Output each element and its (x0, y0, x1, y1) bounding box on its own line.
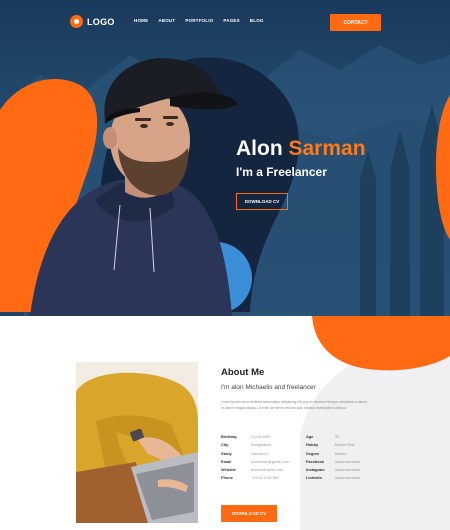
info-row: Birthday 21.08.1992 Age 25 (221, 434, 381, 442)
info-row: City Bangladesh Hobby Basket Ball (221, 442, 381, 450)
logo[interactable]: LOGO (70, 15, 115, 28)
info-label: Phone (221, 475, 233, 481)
info-table: Birthday 21.08.1992 Age 25 City Banglade… (221, 434, 381, 484)
info-value: Basket Ball (335, 442, 355, 448)
about-photo (76, 362, 198, 523)
hero-section: LOGO HOME ABOUT PORTFOLIO PAGES BLOG CON… (0, 0, 450, 316)
info-value: 25 (335, 434, 340, 439)
hero-role: I'm a Freelancer (236, 165, 327, 179)
info-value[interactable]: youremail@gmail.com (251, 459, 290, 464)
about-title: About Me (221, 367, 265, 378)
about-download-cv-button[interactable]: DOWNLOAD CV (221, 505, 277, 522)
info-value[interactable]: alonmichaelis.com (251, 467, 283, 472)
main-nav: HOME ABOUT PORTFOLIO PAGES BLOG (134, 18, 264, 23)
info-value[interactable]: /alonmichaelis (335, 475, 360, 480)
about-background-art (300, 316, 450, 530)
hero-name: Alon Sarman (236, 137, 366, 161)
info-label: Instagram (306, 467, 325, 473)
info-label: Website (221, 467, 236, 473)
hero-first-name: Alon (236, 137, 283, 160)
logo-icon (70, 15, 83, 28)
info-value[interactable]: /alonmichaelis (335, 467, 360, 472)
nav-blog[interactable]: BLOG (250, 18, 264, 23)
about-paragraph: Lorem ipsum dolor sit amet consectetur a… (221, 400, 368, 410)
hero-last-name: Sarman (288, 137, 366, 160)
info-value: Bangladesh (251, 442, 272, 448)
info-label: Facebook (306, 458, 325, 464)
info-label: Age (306, 434, 314, 439)
info-row: Website alonmichaelis.com Instagram /alo… (221, 467, 381, 475)
info-label: City (221, 442, 229, 448)
nav-about[interactable]: ABOUT (158, 18, 175, 23)
info-value: 21.08.1992 (251, 434, 271, 439)
logo-text: LOGO (87, 16, 115, 27)
info-label: Email (221, 458, 232, 464)
info-value: +0120 1234 567 (251, 475, 280, 481)
info-value: Harvard U (251, 450, 269, 456)
info-value[interactable]: /alonmichaelis (335, 459, 360, 464)
info-label: Linkedin (306, 475, 322, 481)
info-label: Hobby (306, 442, 319, 448)
nav-home[interactable]: HOME (134, 18, 148, 23)
info-row: Study Harvard U Degree Master (221, 451, 381, 459)
about-section (0, 316, 450, 530)
info-value: Master (335, 450, 347, 456)
nav-portfolio[interactable]: PORTFOLIO (185, 18, 213, 23)
info-label: Study (221, 450, 232, 456)
hero-download-cv-button[interactable]: DOWNLOAD CV (236, 193, 288, 210)
contact-button[interactable]: CONTACT (330, 14, 381, 31)
about-subtitle: I'm alon Michaelis and freelancer (221, 384, 316, 391)
nav-pages[interactable]: PAGES (223, 18, 239, 23)
info-label: Degree (306, 450, 320, 456)
hero-background-art (0, 45, 450, 316)
info-label: Birthday (221, 434, 237, 439)
info-row: Phone +0120 1234 567 Linkedin /alonmicha… (221, 475, 381, 483)
info-row: Email youremail@gmail.com Facebook /alon… (221, 459, 381, 467)
